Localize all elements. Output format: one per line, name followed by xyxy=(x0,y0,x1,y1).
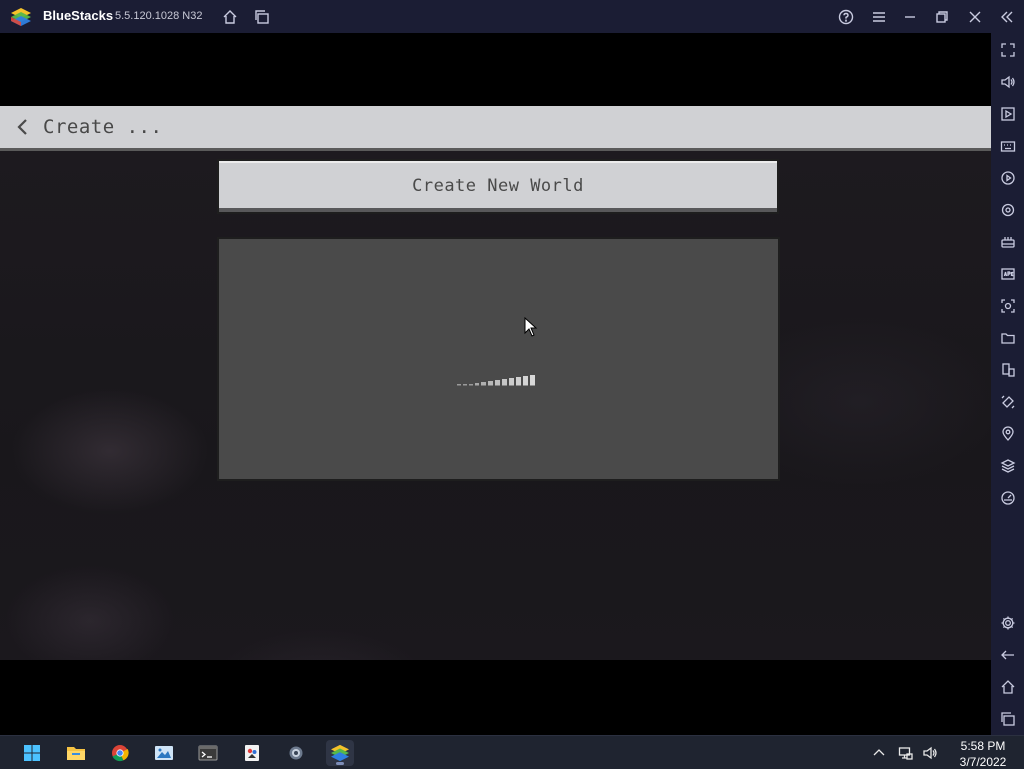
home-icon[interactable] xyxy=(219,6,241,28)
screenshot-icon[interactable] xyxy=(997,295,1019,317)
app-name: BlueStacks xyxy=(43,8,114,23)
terminal-icon[interactable] xyxy=(194,740,222,766)
recent-apps-icon[interactable] xyxy=(997,708,1019,730)
media-manager-icon[interactable] xyxy=(997,103,1019,125)
multi-instance-icon[interactable] xyxy=(251,6,273,28)
multi-instance-sync-icon[interactable] xyxy=(997,359,1019,381)
folder-icon[interactable] xyxy=(997,327,1019,349)
show-hidden-icons-icon[interactable] xyxy=(870,744,888,762)
start-icon[interactable] xyxy=(18,740,46,766)
create-header: Create ... xyxy=(0,106,991,151)
eco-mode-icon[interactable] xyxy=(997,487,1019,509)
help-icon[interactable] xyxy=(835,6,857,28)
create-new-world-button[interactable]: Create New World xyxy=(217,159,779,214)
paint-icon[interactable] xyxy=(238,740,266,766)
collapse-sidebar-icon[interactable] xyxy=(996,6,1018,28)
bluestacks-sidebar xyxy=(991,33,1024,735)
layers-icon[interactable] xyxy=(997,455,1019,477)
settings-icon[interactable] xyxy=(997,612,1019,634)
windows-taskbar: 5:58 PM 3/7/2022 xyxy=(0,735,1024,769)
speaker-icon[interactable] xyxy=(921,744,939,762)
back-icon[interactable] xyxy=(997,644,1019,666)
bluestacks-logo-icon xyxy=(11,8,31,26)
close-icon[interactable] xyxy=(964,6,986,28)
worlds-list-panel xyxy=(217,237,780,481)
photos-icon[interactable] xyxy=(150,740,178,766)
sync-icon[interactable] xyxy=(997,199,1019,221)
title-bar: BlueStacks 5.5.120.1028 N32 xyxy=(0,0,1024,33)
minimize-icon[interactable] xyxy=(899,6,921,28)
loading-indicator-icon xyxy=(457,375,535,386)
network-icon[interactable] xyxy=(897,744,915,762)
install-apk-icon[interactable] xyxy=(997,263,1019,285)
clock-time: 5:58 PM xyxy=(960,739,1006,753)
volume-icon[interactable] xyxy=(997,71,1019,93)
gamepad-icon[interactable] xyxy=(997,231,1019,253)
keyboard-controls-icon[interactable] xyxy=(997,135,1019,157)
clock-date: 3/7/2022 xyxy=(959,755,1007,768)
back-arrow-icon[interactable] xyxy=(14,117,32,137)
mouse-cursor-icon xyxy=(524,317,538,337)
restore-icon[interactable] xyxy=(931,6,953,28)
chrome-icon[interactable] xyxy=(106,740,134,766)
location-icon[interactable] xyxy=(997,423,1019,445)
rotate-icon[interactable] xyxy=(997,391,1019,413)
menu-icon[interactable] xyxy=(868,6,890,28)
create-new-world-label: Create New World xyxy=(412,175,584,196)
file-explorer-icon[interactable] xyxy=(62,740,90,766)
app-version: 5.5.120.1028 N32 xyxy=(115,10,203,22)
android-viewport[interactable]: Create ... Create New World xyxy=(0,33,991,735)
fullscreen-icon[interactable] xyxy=(997,39,1019,61)
active-app-indicator xyxy=(336,762,344,765)
page-title: Create ... xyxy=(43,116,163,138)
android-home-icon[interactable] xyxy=(997,676,1019,698)
macro-icon[interactable] xyxy=(997,167,1019,189)
settings-app-icon[interactable] xyxy=(282,740,310,766)
system-clock[interactable]: 5:58 PM 3/7/2022 xyxy=(948,738,1018,768)
bluestacks-taskbar-icon[interactable] xyxy=(326,740,354,766)
